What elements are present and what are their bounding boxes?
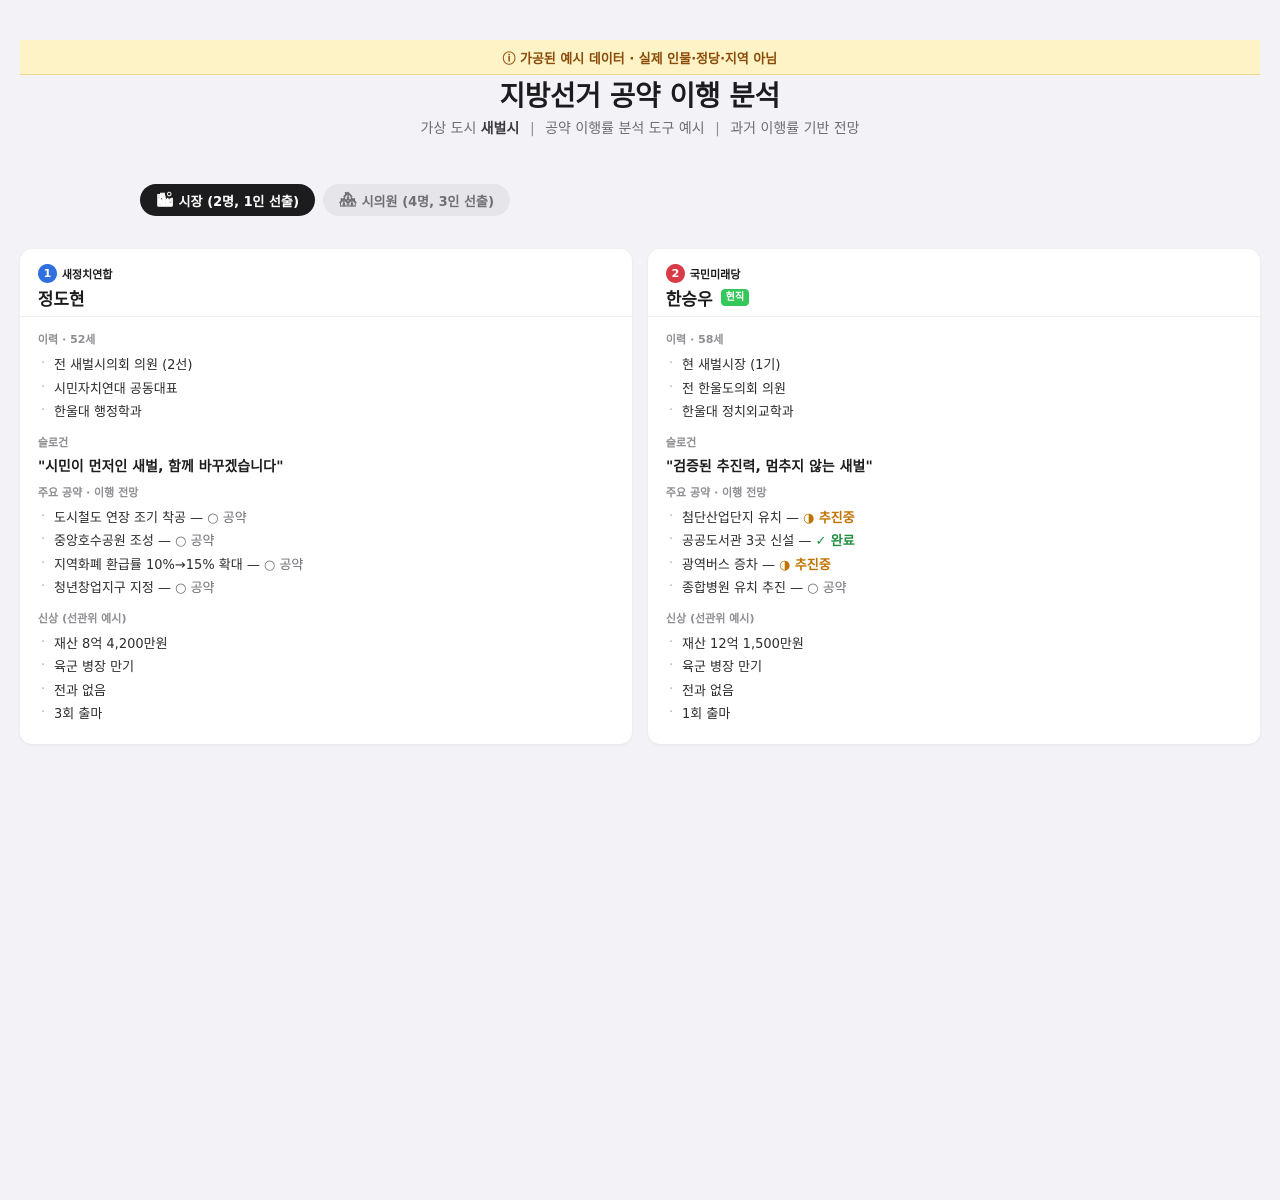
subtitle-description: 공약 이행률 분석 도구 예시 <box>545 121 705 137</box>
pledge-status: ○ 공약 <box>175 581 215 597</box>
candidate-header: 1 새정치연합 정도현 <box>20 249 632 317</box>
candidate-name: 한승우 <box>666 290 713 310</box>
candidate-number-badge: 1 <box>38 264 57 283</box>
list-item: · 재산 8억 4,200만원 <box>41 634 168 652</box>
candidate-name: 정도현 <box>38 290 85 310</box>
disclaimer-banner: ⓘ 가공된 예시 데이터 · 실제 인물·정당·지역 아님 <box>20 40 1260 75</box>
pledge-item: · 공공도서관 3곳 신설 — ✓ 완료 <box>669 532 855 550</box>
houses-icon: 🏘 <box>339 192 357 208</box>
slogan-label: 슬로건 <box>38 435 69 449</box>
pledge-status: ◑ 추진중 <box>803 510 855 526</box>
pledge-list: · 도시철도 연장 조기 착공 — ○ 공약 · 중앙호수공원 조성 — ○ 공약 … <box>38 505 614 599</box>
page-title: 지방선거 공약 이행 분석 <box>499 79 781 112</box>
incumbent-badge: 현직 <box>720 289 750 306</box>
list-item: · 3회 출마 <box>41 705 103 723</box>
pledge-item: · 광역버스 증차 — ◑ 추진중 <box>669 555 831 573</box>
tab-council-label: 시의원 (4명, 3인 선출) <box>361 194 495 210</box>
slogan-label: 슬로건 <box>666 435 697 449</box>
pledge-item: · 종합병원 유치 추진 — ○ 공약 <box>669 579 847 597</box>
list-item: · 육군 병장 만기 <box>41 658 135 676</box>
candidate-number-badge: 2 <box>666 264 685 283</box>
career-list: · 전 새벌시의회 의원 (2선) · 시민자치연대 공동대표 · 한울대 행정학과 <box>38 352 614 423</box>
candidate-card: 2 국민미래당 한승우 현직 이력 · 58세 · 현 새벌시장 (1기) · 전 … <box>648 249 1260 744</box>
tab-mayor[interactable]: 🏙 시장 (2명, 1인 선출) <box>140 184 316 216</box>
list-item: · 전과 없음 <box>669 681 734 699</box>
pledge-status: ○ 공약 <box>175 534 215 550</box>
list-item: · 육군 병장 만기 <box>669 658 763 676</box>
candidate-header: 2 국민미래당 한승우 현직 <box>648 249 1260 317</box>
tab-mayor-label: 시장 (2명, 1인 선출) <box>178 194 300 210</box>
pledge-item: · 첨단산업단지 유치 — ◑ 추진중 <box>669 508 855 526</box>
list-item: · 한울대 행정학과 <box>41 403 142 421</box>
list-item: · 전 한울도의회 의원 <box>669 379 786 397</box>
pledge-list: · 첨단산업단지 유치 — ◑ 추진중 · 공공도서관 3곳 신설 — ✓ 완료 ·… <box>666 505 1242 599</box>
profile-label: 신상 (선관위 예시) <box>666 611 755 625</box>
pledges-label: 주요 공약 · 이행 전망 <box>38 485 139 499</box>
candidate-card: 1 새정치연합 정도현 이력 · 52세 · 전 새벌시의회 의원 (2선) · 시… <box>20 249 632 744</box>
pledge-status: ○ 공약 <box>207 510 247 526</box>
list-item: · 현 새벌시장 (1기) <box>669 356 781 374</box>
party-name: 새정치연합 <box>62 267 113 281</box>
profile-list: · 재산 12억 1,500만원 · 육군 병장 만기 · 전과 없음 · 1회 출마 <box>666 631 1242 725</box>
list-item: · 재산 12억 1,500만원 <box>669 634 804 652</box>
election-type-tabs: 🏙 시장 (2명, 1인 선출) 🏘 시의원 (4명, 3인 선출) <box>140 184 511 216</box>
pledge-item: · 청년창업지구 지정 — ○ 공약 <box>41 579 215 597</box>
list-item: · 1회 출마 <box>669 705 731 723</box>
cityscape-icon: 🏙 <box>156 192 174 208</box>
subtitle-city: 새벌시 <box>480 121 520 137</box>
page-subtitle: 가상 도시 새벌시 | 공약 이행률 분석 도구 예시 | 과거 이행률 기반 … <box>0 118 1280 138</box>
pledge-status: ○ 공약 <box>264 557 304 573</box>
pledge-item: · 중앙호수공원 조성 — ○ 공약 <box>41 532 215 550</box>
slogan-text: "시민이 먼저인 새벌, 함께 바꾸겠습니다" <box>38 458 284 475</box>
career-list: · 현 새벌시장 (1기) · 전 한울도의회 의원 · 한울대 정치외교학과 <box>666 352 1242 423</box>
list-item: · 시민자치연대 공동대표 <box>41 379 178 397</box>
list-item: · 전과 없음 <box>41 681 106 699</box>
pledge-status: ◑ 추진중 <box>779 557 831 573</box>
subtitle-separator: | <box>715 121 720 137</box>
list-item: · 한울대 정치외교학과 <box>669 403 794 421</box>
party-name: 국민미래당 <box>690 267 741 281</box>
pledge-item: · 도시철도 연장 조기 착공 — ○ 공약 <box>41 508 247 526</box>
career-label: 이력 · 58세 <box>666 333 724 346</box>
list-item: · 전 새벌시의회 의원 (2선) <box>41 356 193 374</box>
career-label: 이력 · 52세 <box>38 333 96 346</box>
slogan-text: "검증된 추진력, 멈추지 않는 새벌" <box>666 458 873 475</box>
pledge-status: ✓ 완료 <box>815 534 855 550</box>
pledge-status: ○ 공약 <box>807 581 847 597</box>
subtitle-separator: | <box>529 121 535 137</box>
subtitle-prefix: 가상 도시 <box>420 121 477 137</box>
pledges-label: 주요 공약 · 이행 전망 <box>666 485 767 499</box>
profile-list: · 재산 8억 4,200만원 · 육군 병장 만기 · 전과 없음 · 3회 출마 <box>38 631 614 725</box>
profile-label: 신상 (선관위 예시) <box>38 611 127 625</box>
tab-council[interactable]: 🏘 시의원 (4명, 3인 선출) <box>323 184 511 216</box>
subtitle-basis: 과거 이행률 기반 전망 <box>730 121 860 137</box>
pledge-item: · 지역화폐 환급률 10%→15% 확대 — ○ 공약 <box>41 555 304 573</box>
